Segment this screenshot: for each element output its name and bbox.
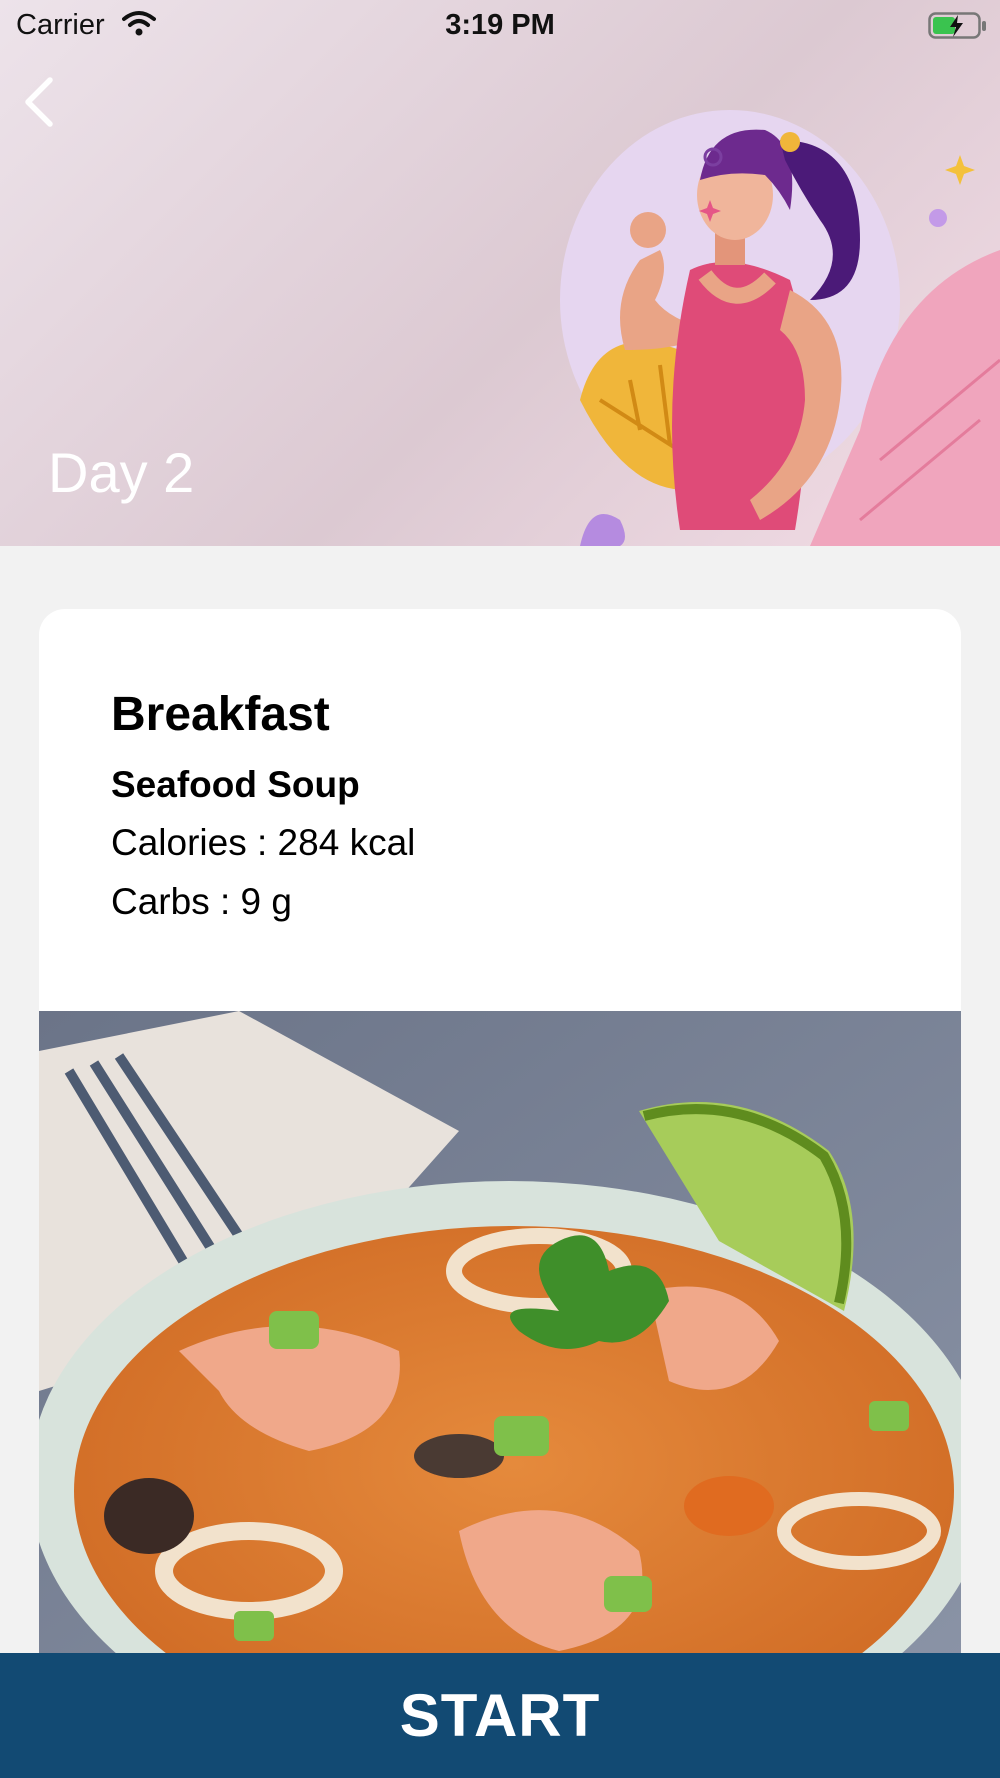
seafood-soup-photo	[39, 1011, 961, 1671]
day-title: Day 2	[48, 441, 195, 504]
dish-name: Seafood Soup	[111, 764, 360, 805]
calories-text: Calories : 284 kcal	[111, 822, 416, 863]
status-bar: Carrier 3:19 PM	[0, 0, 1000, 52]
start-button[interactable]: START	[0, 1653, 1000, 1778]
back-button[interactable]	[18, 74, 78, 134]
battery-charging-icon	[928, 12, 988, 45]
clock-time: 3:19 PM	[445, 9, 555, 41]
meal-card: Breakfast Seafood Soup Calories : 284 kc…	[39, 609, 961, 1778]
header-banner: Carrier 3:19 PM Day 2	[0, 0, 1000, 546]
meal-type-heading: Breakfast	[111, 688, 330, 741]
carbs-text: Carbs : 9 g	[111, 881, 292, 922]
start-button-label: START	[399, 1682, 601, 1749]
chevron-left-icon	[25, 77, 53, 127]
fitness-woman-illustration	[560, 110, 1000, 546]
